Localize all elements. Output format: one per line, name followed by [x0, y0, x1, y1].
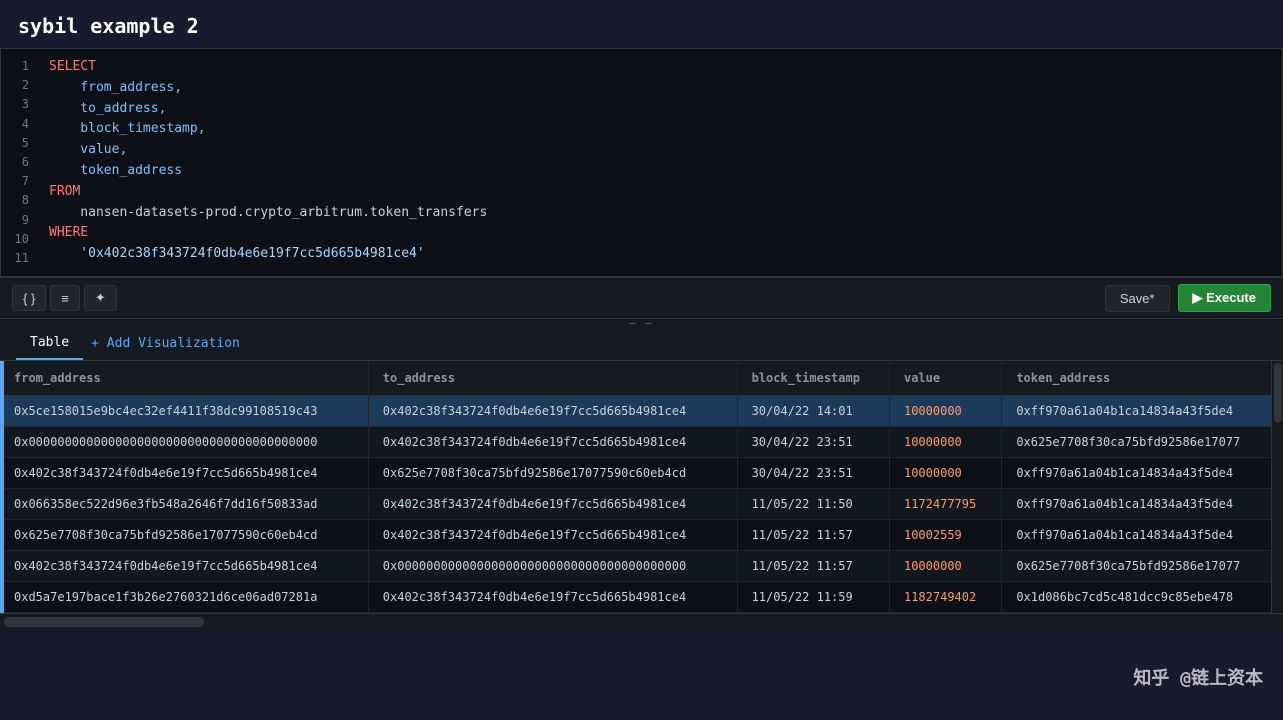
line-number: 7: [13, 172, 29, 191]
table-row: 0x066358ec522d96e3fb548a2646f7dd16f50833…: [0, 489, 1283, 520]
watermark: 知乎 @链上资本: [1133, 664, 1263, 690]
line-number: 6: [13, 153, 29, 172]
code-block: 1234567891011 SELECT from_address, to_ad…: [1, 49, 1282, 276]
table-cell-from_address: 0x402c38f343724f0db4e6e19f7cc5d665b4981c…: [0, 458, 368, 489]
line-number: 5: [13, 134, 29, 153]
table-cell-to_address: 0x00000000000000000000000000000000000000…: [368, 551, 737, 582]
table-cell-token_address: 0xff970a61a04b1ca14834a43f5de4: [1002, 520, 1283, 551]
table-cell-to_address: 0x402c38f343724f0db4e6e19f7cc5d665b4981c…: [368, 396, 737, 427]
table-cell-token_address: 0xff970a61a04b1ca14834a43f5de4: [1002, 458, 1283, 489]
table-cell-block_timestamp: 11/05/22 11:57: [737, 551, 889, 582]
toolbar: { } ≡ ✦ Save* Execute: [0, 277, 1283, 319]
table-container[interactable]: from_addressto_addressblock_timestampval…: [0, 361, 1283, 613]
line-number: 10: [13, 230, 29, 249]
vertical-scrollbar[interactable]: [1271, 361, 1283, 613]
table-cell-token_address: 0x625e7708f30ca75bfd92586e17077: [1002, 427, 1283, 458]
format-json-button[interactable]: { }: [12, 285, 46, 311]
table-row: 0xd5a7e197bace1f3b26e2760321d6ce06ad0728…: [0, 582, 1283, 613]
header: sybil example 2: [0, 0, 1283, 48]
table-cell-value: 1182749402: [889, 582, 1001, 613]
table-cell-token_address: 0x1d086bc7cd5c481dcc9c85ebe478: [1002, 582, 1283, 613]
line-number: 1: [13, 57, 29, 76]
table-cell-value: 10000000: [889, 396, 1001, 427]
line-number: 4: [13, 115, 29, 134]
table-cell-token_address: 0xff970a61a04b1ca14834a43f5de4: [1002, 396, 1283, 427]
table-cell-to_address: 0x402c38f343724f0db4e6e19f7cc5d665b4981c…: [368, 489, 737, 520]
code-line: FROM: [49, 182, 1274, 203]
tab-table[interactable]: Table: [16, 327, 83, 360]
table-cell-block_timestamp: 30/04/22 23:51: [737, 458, 889, 489]
table-cell-from_address: 0x402c38f343724f0db4e6e19f7cc5d665b4981c…: [0, 551, 368, 582]
table-column-value[interactable]: value: [889, 361, 1001, 396]
table-cell-from_address: 0xd5a7e197bace1f3b26e2760321d6ce06ad0728…: [0, 582, 368, 613]
table-cell-block_timestamp: 30/04/22 23:51: [737, 427, 889, 458]
code-line: token_address: [49, 161, 1274, 182]
table-cell-from_address: 0x5ce158015e9bc4ec32ef4411f38dc99108519c…: [0, 396, 368, 427]
code-line: WHERE: [49, 223, 1274, 244]
scrollbar-thumb: [1274, 363, 1282, 423]
code-line: '0x402c38f343724f0db4e6e19f7cc5d665b4981…: [49, 244, 1274, 265]
table-cell-to_address: 0x625e7708f30ca75bfd92586e17077590c60eb4…: [368, 458, 737, 489]
table-cell-value: 1172477795: [889, 489, 1001, 520]
resize-dots: — —: [629, 318, 653, 329]
h-scrollbar-thumb: [4, 617, 204, 627]
toolbar-left: { } ≡ ✦: [12, 285, 117, 311]
table-body: 0x5ce158015e9bc4ec32ef4411f38dc99108519c…: [0, 396, 1283, 613]
table-cell-block_timestamp: 11/05/22 11:57: [737, 520, 889, 551]
table-cell-token_address: 0xff970a61a04b1ca14834a43f5de4: [1002, 489, 1283, 520]
code-line: nansen-datasets-prod.crypto_arbitrum.tok…: [49, 203, 1274, 224]
table-cell-value: 10000000: [889, 427, 1001, 458]
results-table: from_addressto_addressblock_timestampval…: [0, 361, 1283, 613]
table-cell-to_address: 0x402c38f343724f0db4e6e19f7cc5d665b4981c…: [368, 582, 737, 613]
table-cell-from_address: 0x066358ec522d96e3fb548a2646f7dd16f50833…: [0, 489, 368, 520]
table-cell-value: 10000000: [889, 551, 1001, 582]
table-row: 0x402c38f343724f0db4e6e19f7cc5d665b4981c…: [0, 458, 1283, 489]
table-cell-block_timestamp: 11/05/22 11:50: [737, 489, 889, 520]
execute-button[interactable]: Execute: [1178, 284, 1271, 312]
code-line: value,: [49, 140, 1274, 161]
table-column-token_address[interactable]: token_address: [1002, 361, 1283, 396]
horizontal-scrollbar[interactable]: [0, 613, 1283, 629]
table-row: 0x402c38f343724f0db4e6e19f7cc5d665b4981c…: [0, 551, 1283, 582]
table-cell-block_timestamp: 30/04/22 14:01: [737, 396, 889, 427]
table-cell-from_address: 0x00000000000000000000000000000000000000…: [0, 427, 368, 458]
table-column-from_address[interactable]: from_address: [0, 361, 368, 396]
code-line: from_address,: [49, 78, 1274, 99]
code-content[interactable]: SELECT from_address, to_address, block_t…: [41, 57, 1282, 268]
table-cell-token_address: 0x625e7708f30ca75bfd92586e17077: [1002, 551, 1283, 582]
table-row: 0x625e7708f30ca75bfd92586e17077590c60eb4…: [0, 520, 1283, 551]
table-row: 0x00000000000000000000000000000000000000…: [0, 427, 1283, 458]
line-numbers: 1234567891011: [1, 57, 41, 268]
table-cell-value: 10002559: [889, 520, 1001, 551]
table-cell-to_address: 0x402c38f343724f0db4e6e19f7cc5d665b4981c…: [368, 427, 737, 458]
code-line: block_timestamp,: [49, 119, 1274, 140]
line-number: 2: [13, 76, 29, 95]
save-button[interactable]: Save*: [1105, 285, 1170, 312]
table-row: 0x5ce158015e9bc4ec32ef4411f38dc99108519c…: [0, 396, 1283, 427]
line-number: 8: [13, 191, 29, 210]
table-header-row: from_addressto_addressblock_timestampval…: [0, 361, 1283, 396]
line-number: 9: [13, 211, 29, 230]
line-number: 3: [13, 95, 29, 114]
page-title: sybil example 2: [18, 14, 199, 38]
add-visualization-button[interactable]: + Add Visualization: [91, 328, 240, 359]
table-column-to_address[interactable]: to_address: [368, 361, 737, 396]
format-list-button[interactable]: ≡: [50, 285, 80, 311]
line-number: 11: [13, 249, 29, 268]
toolbar-right: Save* Execute: [1105, 284, 1271, 312]
results-area: Table + Add Visualization from_addressto…: [0, 327, 1283, 629]
table-column-block_timestamp[interactable]: block_timestamp: [737, 361, 889, 396]
table-header: from_addressto_addressblock_timestampval…: [0, 361, 1283, 396]
resize-handle[interactable]: — —: [0, 319, 1283, 327]
code-line: to_address,: [49, 99, 1274, 120]
table-cell-value: 10000000: [889, 458, 1001, 489]
left-accent-bar: [0, 361, 4, 613]
table-cell-block_timestamp: 11/05/22 11:59: [737, 582, 889, 613]
editor-area[interactable]: 1234567891011 SELECT from_address, to_ad…: [0, 48, 1283, 277]
table-cell-to_address: 0x402c38f343724f0db4e6e19f7cc5d665b4981c…: [368, 520, 737, 551]
tabs: Table + Add Visualization: [0, 327, 1283, 361]
format-star-button[interactable]: ✦: [84, 285, 117, 311]
code-line: SELECT: [49, 57, 1274, 78]
table-cell-from_address: 0x625e7708f30ca75bfd92586e17077590c60eb4…: [0, 520, 368, 551]
